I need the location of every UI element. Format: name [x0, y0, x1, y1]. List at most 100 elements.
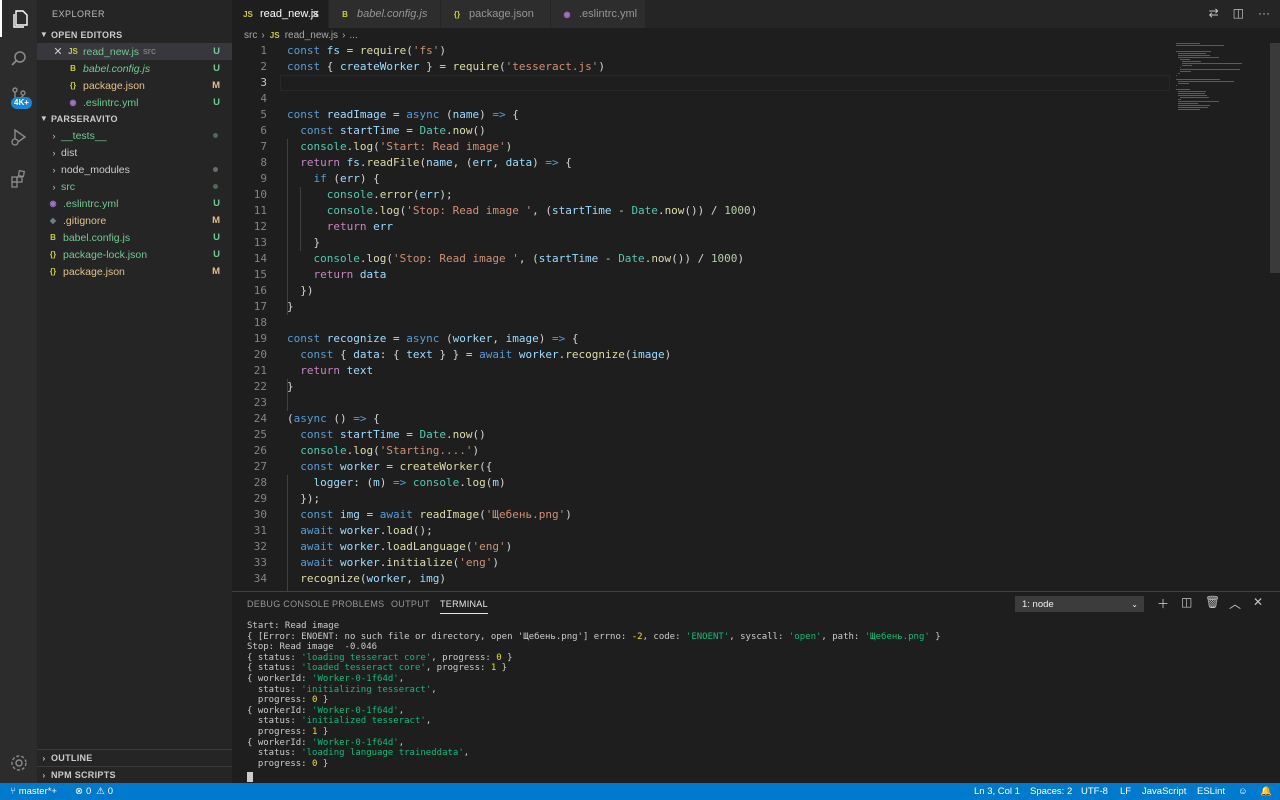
run-debug-icon[interactable] — [0, 118, 37, 155]
code-line[interactable]: 8 return fs.readFile(name, (err, data) =… — [232, 155, 1172, 171]
close-icon[interactable]: ✕ — [311, 8, 320, 21]
npm-scripts-header[interactable]: › NPM SCRIPTS — [37, 766, 232, 783]
code-line[interactable]: 15 return data — [232, 267, 1172, 283]
outline-header[interactable]: › OUTLINE — [37, 749, 232, 766]
code-line[interactable]: 34 recognize(worker, img) — [232, 571, 1172, 587]
cursor-position[interactable]: Ln 3, Col 1 — [974, 783, 1020, 800]
kill-terminal-icon[interactable]: 🗑 — [1205, 595, 1220, 609]
minimap-line — [1178, 91, 1206, 92]
end-of-line[interactable]: LF — [1120, 783, 1131, 800]
code-line[interactable]: 19 const recognize = async (worker, image… — [232, 331, 1172, 347]
tab-read-new-js[interactable]: JS read_new.js ✕ — [232, 0, 329, 28]
code-editor[interactable]: 1 const fs = require('fs') 2 const { create… — [232, 43, 1280, 591]
more-actions-icon[interactable]: ··· — [1258, 6, 1270, 20]
open-editor-package-json[interactable]: {} package.json M — [37, 77, 232, 94]
compare-changes-icon[interactable]: ⇄ — [1209, 6, 1219, 20]
code-line[interactable]: 17} — [232, 299, 1172, 315]
terminal-line: { workerId: 'Worker-0-1f64d', — [247, 737, 405, 748]
close-panel-icon[interactable]: ✕ — [1253, 595, 1263, 609]
file-package-json[interactable]: {} package.json M — [37, 263, 232, 280]
folder-src[interactable]: › src — [37, 178, 232, 195]
code-line[interactable]: 16 }) — [232, 283, 1172, 299]
eslint-status[interactable]: ESLint — [1197, 783, 1225, 800]
feedback-icon[interactable]: ☺ — [1238, 783, 1248, 800]
tab-output[interactable]: OUTPUT — [391, 599, 430, 609]
folder-tests[interactable]: › __tests__ — [37, 127, 232, 144]
line-number: 21 — [253, 364, 267, 377]
file-gitignore[interactable]: ◆ .gitignore M — [37, 212, 232, 229]
code-line[interactable]: 30 const img = await readImage('Щебень.p… — [232, 507, 1172, 523]
code-line[interactable]: 9 if (err) { — [232, 171, 1172, 187]
open-editor-eslintrc[interactable]: ◉ .eslintrc.yml U — [37, 94, 232, 111]
code-line[interactable]: 6 const startTime = Date.now() — [232, 123, 1172, 139]
code-line[interactable]: 1 const fs = require('fs') — [232, 43, 1172, 59]
code-line[interactable]: 7 console.log('Start: Read image') — [232, 139, 1172, 155]
split-terminal-icon[interactable]: ◫ — [1181, 595, 1192, 609]
tab-babel-config[interactable]: B babel.config.js — [329, 0, 441, 28]
files-icon[interactable] — [0, 0, 37, 37]
git-status-badge: U — [213, 198, 220, 209]
split-editor-icon[interactable]: ◫ — [1233, 6, 1244, 20]
breadcrumb-more[interactable]: ... — [349, 30, 357, 41]
new-terminal-icon[interactable]: ＋ — [1157, 595, 1169, 612]
code-line[interactable]: 20 const { data: { text } } = await work… — [232, 347, 1172, 363]
tab-terminal[interactable]: TERMINAL — [440, 599, 488, 614]
vertical-scrollbar[interactable] — [1270, 43, 1280, 273]
code-line[interactable]: 18 — [232, 315, 1172, 331]
open-editor-read-new-js[interactable]: ✕ JS read_new.js src U — [37, 43, 232, 60]
open-editors-header[interactable]: ▼ OPEN EDITORS — [37, 26, 232, 43]
maximize-panel-icon[interactable]: ︿ — [1229, 595, 1241, 612]
minimap[interactable] — [1176, 43, 1268, 143]
extensions-icon[interactable] — [0, 160, 37, 197]
code-line[interactable]: 24 (async () => { — [232, 411, 1172, 427]
code-line[interactable]: 28 logger: (m) => console.log(m) — [232, 475, 1172, 491]
language-mode[interactable]: JavaScript — [1142, 783, 1186, 800]
notifications-icon[interactable]: 🔔 — [1260, 783, 1272, 800]
search-icon[interactable] — [0, 40, 37, 77]
code-line[interactable]: 11 console.log('Stop: Read image ', (sta… — [232, 203, 1172, 219]
code-line[interactable]: 32 await worker.loadLanguage('eng') — [232, 539, 1172, 555]
editor-tabs: JS read_new.js ✕ B babel.config.js {} pa… — [232, 0, 1280, 28]
tab-package-json[interactable]: {} package.json — [441, 0, 551, 28]
tab-problems[interactable]: PROBLEMS — [332, 599, 384, 609]
code-line[interactable]: 3 — [232, 75, 1172, 91]
code-line[interactable]: 13 } — [232, 235, 1172, 251]
code-line[interactable]: 21 return text — [232, 363, 1172, 379]
code-line[interactable]: 2 const { createWorker } = require('tesse… — [232, 59, 1172, 75]
encoding[interactable]: UTF-8 — [1081, 783, 1108, 800]
indentation[interactable]: Spaces: 2 — [1030, 783, 1072, 800]
code-line[interactable]: 5 const readImage = async (name) => { — [232, 107, 1172, 123]
code-line[interactable]: 26 console.log('Starting....') — [232, 443, 1172, 459]
code-line[interactable]: 33 await worker.initialize('eng') — [232, 555, 1172, 571]
minimap-line — [1176, 45, 1224, 46]
file-babel-config[interactable]: B babel.config.js U — [37, 229, 232, 246]
code-line[interactable]: 12 return err — [232, 219, 1172, 235]
code-line[interactable]: 23 — [232, 395, 1172, 411]
code-line[interactable]: 10 console.error(err); — [232, 187, 1172, 203]
code-text: const readImage = async (name) => { — [287, 108, 519, 121]
file-package-lock[interactable]: {} package-lock.json U — [37, 246, 232, 263]
tab-eslintrc[interactable]: ◉ .eslintrc.yml — [551, 0, 646, 28]
code-line[interactable]: 25 const startTime = Date.now() — [232, 427, 1172, 443]
minimap-line — [1176, 75, 1177, 76]
breadcrumb-file[interactable]: read_new.js — [285, 30, 338, 41]
problems-indicator[interactable]: ⊗ 0 ⚠ 0 — [75, 783, 113, 800]
open-editor-babel-config[interactable]: B babel.config.js U — [37, 60, 232, 77]
project-header[interactable]: ▼ PARSERAVITO — [37, 110, 232, 127]
code-line[interactable]: 4 — [232, 91, 1172, 107]
code-line[interactable]: 22} — [232, 379, 1172, 395]
file-eslintrc[interactable]: ◉ .eslintrc.yml U — [37, 195, 232, 212]
folder-dist[interactable]: › dist — [37, 144, 232, 161]
settings-gear-icon[interactable] — [0, 744, 37, 781]
code-text: }); — [287, 492, 321, 505]
code-line[interactable]: 14 console.log('Stop: Read image ', (sta… — [232, 251, 1172, 267]
close-icon[interactable]: ✕ — [51, 45, 65, 58]
code-line[interactable]: 29 }); — [232, 491, 1172, 507]
terminal-select[interactable]: 1: node ⌄ — [1015, 596, 1144, 612]
tab-debug-console[interactable]: DEBUG CONSOLE — [247, 599, 329, 609]
branch-indicator[interactable]: ⑂ master*+ — [10, 783, 57, 800]
folder-node-modules[interactable]: › node_modules — [37, 161, 232, 178]
code-line[interactable]: 27 const worker = createWorker({ — [232, 459, 1172, 475]
breadcrumb-folder[interactable]: src — [244, 30, 257, 41]
code-line[interactable]: 31 await worker.load(); — [232, 523, 1172, 539]
